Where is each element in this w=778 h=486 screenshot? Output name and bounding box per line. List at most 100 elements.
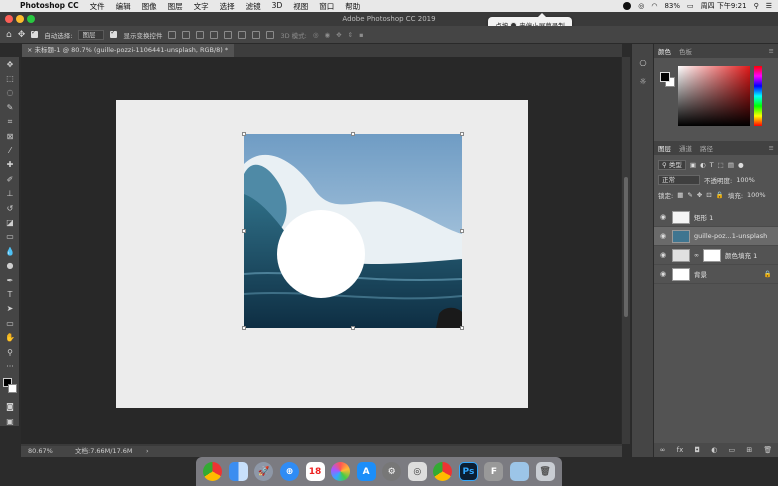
frame-tool-icon[interactable]: ⊠ [0,129,20,143]
safari-app-icon[interactable]: ⊕ [279,462,299,481]
new-group-icon[interactable]: ▭ [729,446,736,454]
trash-icon[interactable]: 🗑 [535,462,555,481]
fill-value[interactable]: 100% [747,191,766,199]
menu-3d[interactable]: 3D [272,1,283,12]
home-icon[interactable]: ⌂ [6,30,12,40]
more-tools-icon[interactable]: ··· [0,359,20,373]
color-swatches-icon[interactable] [0,374,20,400]
hue-slider[interactable] [754,66,762,126]
canvas-area[interactable] [21,57,621,444]
close-window-button[interactable] [5,15,13,23]
align-bottom-icon[interactable] [238,30,247,39]
history-brush-tool-icon[interactable]: ↺ [0,201,20,215]
tab-paths[interactable]: 路径 [700,143,713,153]
tab-layers[interactable]: 图层 [658,143,671,153]
wifi-icon[interactable]: ◠ [651,2,657,10]
crop-tool-icon[interactable]: ⌗ [0,115,20,129]
visibility-eye-icon[interactable]: ◉ [658,251,668,259]
transform-handle-ml[interactable] [242,229,246,233]
visibility-eye-icon[interactable]: ◉ [658,270,668,278]
layer-name[interactable]: 颜色填充 1 [725,250,757,260]
zoom-window-button[interactable] [27,15,35,23]
menu-help[interactable]: 帮助 [345,1,360,12]
downloads-folder-icon[interactable] [510,462,530,481]
visibility-eye-icon[interactable]: ◉ [658,213,668,221]
eraser-tool-icon[interactable]: ◪ [0,215,20,229]
photoshop-app-icon[interactable]: Ps [458,462,478,481]
lock-all-icon[interactable]: 🔒 [716,191,724,199]
tab-swatches[interactable]: 色板 [679,46,692,56]
search-icon[interactable]: ⚲ [754,2,759,10]
transform-handle-mr[interactable] [460,229,464,233]
blend-mode-dropdown[interactable]: 正常 [658,174,700,185]
screenshot-app-icon[interactable]: ◎ [407,462,427,481]
launchpad-app-icon[interactable]: 🚀 [254,462,274,481]
lasso-tool-icon[interactable]: ◌ [0,86,20,100]
filter-shape-icon[interactable]: ⬚ [718,161,724,169]
menu-file[interactable]: 文件 [90,1,105,12]
screen-mode-icon[interactable]: ▣ [0,414,20,428]
link-layers-icon[interactable]: ∞ [660,446,666,454]
distribute-icon[interactable] [252,30,261,39]
distribute-2-icon[interactable] [266,30,275,39]
transform-handle-tc[interactable] [351,132,355,136]
lock-image-icon[interactable]: ✎ [687,191,692,199]
align-left-icon[interactable] [168,30,177,39]
align-middle-icon[interactable] [224,30,233,39]
layer-name[interactable]: 背景 [694,269,707,279]
tab-color[interactable]: 颜色 [658,46,671,56]
layer-row-rectangle[interactable]: ◉ 矩形 1 [654,208,778,227]
layers-menu-icon[interactable]: ≡ [769,144,774,152]
finder-app-icon[interactable] [228,462,248,481]
align-center-icon[interactable] [182,30,191,39]
app-store-icon[interactable]: A [356,462,376,481]
quick-mask-icon[interactable]: ◙ [0,400,20,414]
battery-percent[interactable]: 83% [664,2,680,10]
delete-layer-icon[interactable]: 🗑 [763,446,772,454]
move-tool-icon[interactable]: ✥ [0,57,20,71]
align-top-icon[interactable] [210,30,219,39]
menu-filter[interactable]: 滤镜 [246,1,261,12]
menu-edit[interactable]: 编辑 [116,1,131,12]
pan-3d-icon[interactable]: ✥ [336,31,341,39]
transform-handle-bl[interactable] [242,326,246,330]
calendar-app-icon[interactable]: 18 [305,462,325,481]
visibility-eye-icon[interactable]: ◉ [658,232,668,240]
scale-3d-icon[interactable]: ▪ [359,31,363,39]
menu-layer[interactable]: 图层 [168,1,183,12]
blur-tool-icon[interactable]: 💧 [0,244,20,258]
new-adjustment-icon[interactable]: ◐ [711,446,717,454]
menu-type[interactable]: 文字 [194,1,209,12]
vertical-scroll-thumb[interactable] [624,177,628,317]
adjustments-icon[interactable]: ☼ [632,72,654,90]
tab-channels[interactable]: 通道 [679,143,692,153]
orbit-3d-icon[interactable]: ◎ [313,31,319,39]
move-tool-icon[interactable]: ✥ [18,30,26,40]
chain-link-icon[interactable]: ∞ [694,252,699,259]
menu-app[interactable]: Photoshop CC [20,1,79,12]
add-mask-icon[interactable]: ◘ [694,446,700,454]
healing-brush-tool-icon[interactable]: ✚ [0,158,20,172]
eyedropper-tool-icon[interactable]: ⁄ [0,143,20,157]
record-stop-icon[interactable] [623,2,632,10]
layer-row-color-fill[interactable]: ◉ ∞ 颜色填充 1 [654,246,778,265]
layer-select-dropdown[interactable]: 图层 [78,29,105,40]
layer-name[interactable]: guille-poz...1-unsplash [694,232,767,240]
vertical-scrollbar[interactable] [622,57,630,444]
status-menu-icon[interactable]: › [146,446,149,457]
quick-select-tool-icon[interactable]: ✎ [0,100,20,114]
transform-handle-tr[interactable] [460,132,464,136]
roll-3d-icon[interactable]: ◉ [325,31,331,39]
wave-photo-layer[interactable] [244,134,462,328]
align-right-icon[interactable] [196,30,205,39]
new-layer-icon[interactable]: ⊞ [746,446,752,454]
lock-transparent-icon[interactable]: ▦ [677,191,683,199]
transform-handle-br[interactable] [460,326,464,330]
photos-app-icon[interactable] [331,462,351,481]
gradient-tool-icon[interactable]: ▭ [0,230,20,244]
clock[interactable]: 周四 下午9:21 [701,1,747,11]
layer-row-photo[interactable]: ◉ guille-poz...1-unsplash [654,227,778,246]
document-tab[interactable]: × 未标题-1 @ 80.7% (guille-pozzi-1106441-un… [22,44,234,57]
lock-position-icon[interactable]: ✥ [697,191,702,199]
menu-window[interactable]: 窗口 [319,1,334,12]
